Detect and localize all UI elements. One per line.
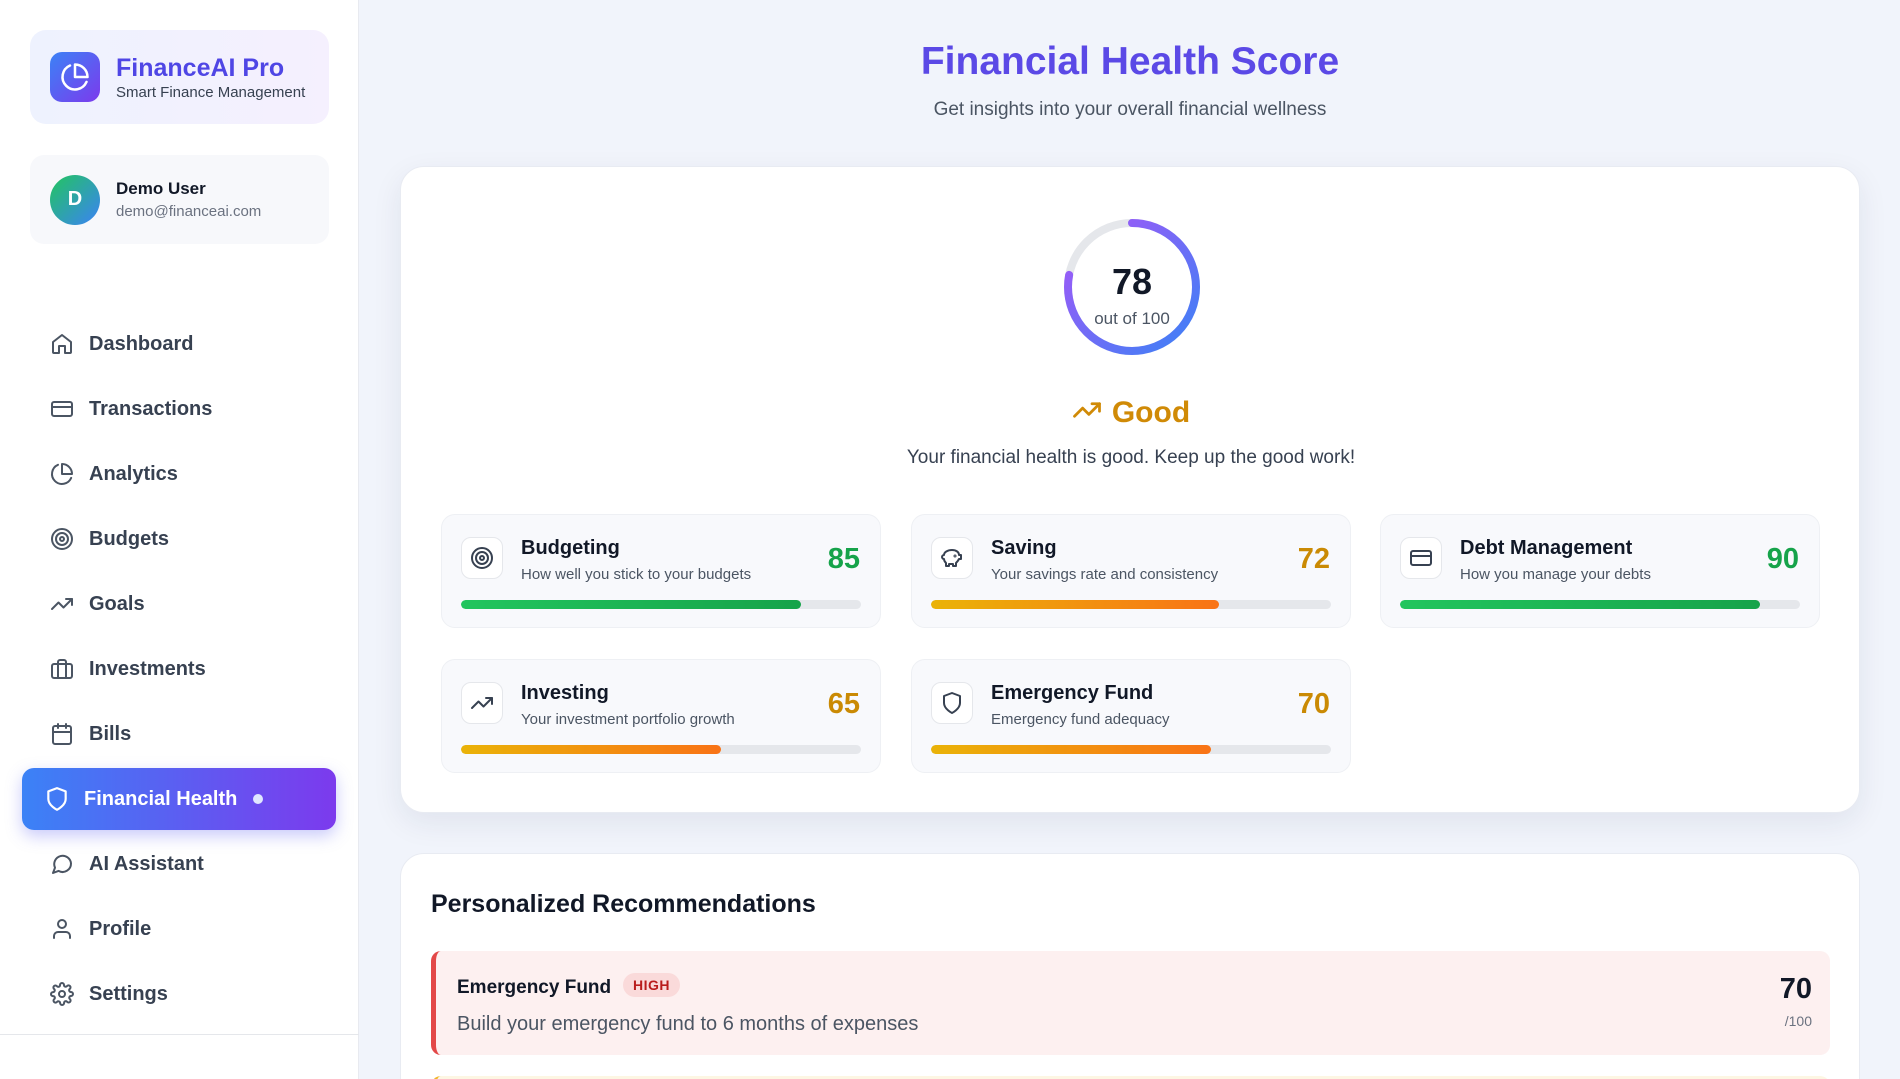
chat-bubble-icon <box>49 851 75 877</box>
sidebar-item-label: Financial Health <box>84 787 238 810</box>
sidebar-item-label: Goals <box>89 592 145 615</box>
sidebar-item-label: Investments <box>89 657 206 680</box>
metric-description: Emergency fund adequacy <box>991 711 1170 728</box>
metric-title: Emergency Fund <box>991 682 1154 704</box>
metric-progress-track <box>461 600 861 609</box>
metric-card-budgeting[interactable]: Budgeting How well you stick to your bud… <box>441 514 881 628</box>
sidebar-item-label: Budgets <box>89 527 169 550</box>
status-label: Good <box>1111 395 1191 429</box>
calendar-icon <box>49 721 75 747</box>
sidebar-item-dashboard[interactable]: Dashboard <box>22 313 336 375</box>
sidebar-item-label: AI Assistant <box>89 852 204 875</box>
sidebar-item-label: Bills <box>89 722 132 745</box>
trending-up-icon <box>49 591 75 617</box>
user-card[interactable]: D Demo User demo@financeai.com <box>30 155 329 244</box>
metric-progress-fill <box>461 600 801 609</box>
sidebar: FinanceAI Pro Smart Finance Management D… <box>0 0 359 1079</box>
metric-progress-fill <box>931 600 1219 609</box>
main-content: Financial Health Score Get insights into… <box>360 0 1900 1079</box>
recommendation-item[interactable]: Emergency Fund HIGH Build your emergency… <box>431 951 1830 1055</box>
avatar: D <box>50 174 100 225</box>
score-value: 78 <box>1111 261 1153 302</box>
sidebar-item-label: Profile <box>89 917 152 940</box>
active-indicator-dot <box>253 794 264 804</box>
status-message: Your financial health is good. Keep up t… <box>906 447 1356 468</box>
health-score-card: 78 out of 100 Good Your financial health… <box>400 166 1860 813</box>
sidebar-item-financial-health[interactable]: Financial Health <box>22 768 336 830</box>
metric-score: 90 <box>1766 543 1799 575</box>
metric-progress-track <box>1400 600 1800 609</box>
metric-card-emergency-fund[interactable]: Emergency Fund Emergency fund adequacy 7… <box>911 659 1351 773</box>
sidebar-item-transactions[interactable]: Transactions <box>22 378 336 440</box>
target-icon <box>49 526 75 552</box>
metric-score: 85 <box>827 543 860 575</box>
metric-card-saving[interactable]: Saving Your savings rate and consistency… <box>911 514 1351 628</box>
metric-card-debt-management[interactable]: Debt Management How you manage your debt… <box>1380 514 1820 628</box>
recommendations-card: Personalized Recommendations Emergency F… <box>400 853 1860 1079</box>
sidebar-item-label: Analytics <box>89 462 178 485</box>
score-ring: 78 out of 100 <box>1060 215 1204 359</box>
sidebar-item-label: Dashboard <box>89 332 194 355</box>
user-name: Demo User <box>116 179 206 198</box>
brand-card[interactable]: FinanceAI Pro Smart Finance Management <box>30 30 329 124</box>
pie-chart-icon <box>49 461 75 487</box>
brand-name: FinanceAI Pro <box>116 54 285 82</box>
metric-description: Your savings rate and consistency <box>991 566 1219 583</box>
trending-up-icon <box>461 682 503 724</box>
priority-badge: HIGH <box>623 973 680 997</box>
sidebar-item-settings[interactable]: Settings <box>22 963 336 1025</box>
recommendation-description: Build your emergency fund to 6 months of… <box>457 1013 919 1035</box>
sidebar-item-ai-assistant[interactable]: AI Assistant <box>22 833 336 895</box>
credit-card-icon <box>1400 537 1442 579</box>
piggy-bank-icon <box>931 537 973 579</box>
metric-score: 72 <box>1297 543 1330 575</box>
target-icon <box>461 537 503 579</box>
page-subtitle: Get insights into your overall financial… <box>933 99 1327 120</box>
sidebar-item-goals[interactable]: Goals <box>22 573 336 635</box>
shield-icon <box>931 682 973 724</box>
user-icon <box>49 916 75 942</box>
recommendations-title: Personalized Recommendations <box>431 890 816 918</box>
metric-description: How well you stick to your budgets <box>521 566 752 583</box>
metric-title: Budgeting <box>521 537 620 559</box>
metric-progress-fill <box>461 745 721 754</box>
gear-icon <box>49 981 75 1007</box>
sidebar-item-label: Transactions <box>89 397 213 420</box>
metric-title: Debt Management <box>1460 537 1633 559</box>
metric-description: How you manage your debts <box>1460 566 1651 583</box>
sidebar-item-investments[interactable]: Investments <box>22 638 336 700</box>
metric-title: Saving <box>991 537 1057 559</box>
metric-progress-fill <box>1400 600 1760 609</box>
metric-score: 70 <box>1297 688 1330 720</box>
recommendation-score-max: /100 <box>1784 1013 1812 1029</box>
metric-progress-track <box>931 745 1331 754</box>
sidebar-item-profile[interactable]: Profile <box>22 898 336 960</box>
sidebar-item-bills[interactable]: Bills <box>22 703 336 765</box>
metric-title: Investing <box>521 682 609 704</box>
trending-up-icon <box>1072 395 1102 430</box>
sidebar-divider <box>0 1034 359 1035</box>
brand-tagline: Smart Finance Management <box>116 84 306 101</box>
metric-card-investing[interactable]: Investing Your investment portfolio grow… <box>441 659 881 773</box>
page-title: Financial Health Score <box>920 40 1340 83</box>
briefcase-icon <box>49 656 75 682</box>
metric-progress-track <box>931 600 1331 609</box>
metric-score: 65 <box>827 688 860 720</box>
pie-chart-icon <box>50 52 100 102</box>
sidebar-item-analytics[interactable]: Analytics <box>22 443 336 505</box>
shield-icon <box>44 786 70 812</box>
score-out-of: out of 100 <box>1094 309 1170 328</box>
sidebar-item-label: Settings <box>89 982 168 1005</box>
metric-progress-track <box>461 745 861 754</box>
sidebar-item-budgets[interactable]: Budgets <box>22 508 336 570</box>
home-icon <box>49 331 75 357</box>
user-email: demo@financeai.com <box>116 203 262 220</box>
score-status: Good <box>401 395 1861 430</box>
recommendation-score: 70 <box>1779 973 1812 1005</box>
recommendation-title: Emergency Fund <box>457 977 612 998</box>
metric-description: Your investment portfolio growth <box>521 711 735 728</box>
credit-card-icon <box>49 396 75 422</box>
metric-progress-fill <box>931 745 1211 754</box>
